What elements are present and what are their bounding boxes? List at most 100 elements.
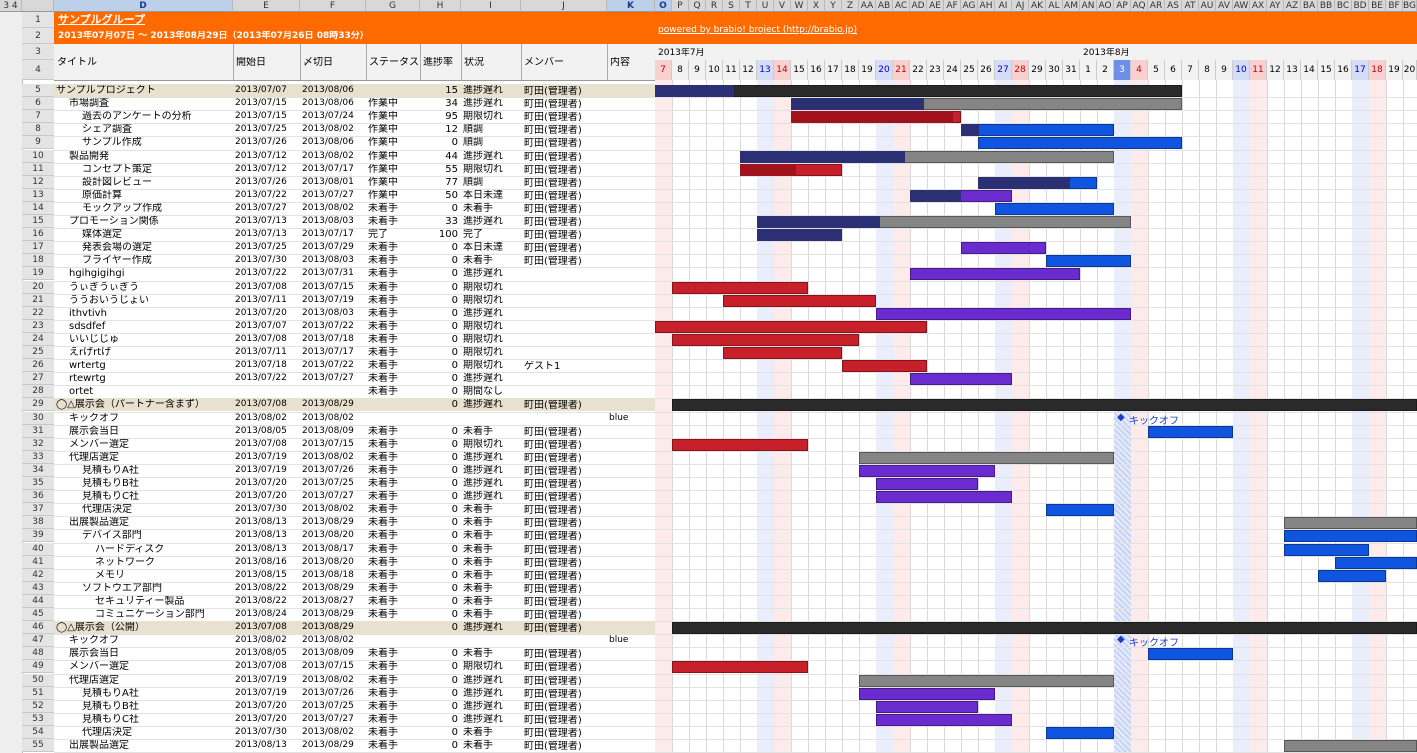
task-title[interactable]: 出展製品選定 (69, 740, 235, 751)
end-date[interactable]: 2013/08/02 (302, 124, 354, 135)
column-header-q[interactable]: Q (689, 0, 706, 12)
start-date[interactable]: 2013/07/30 (235, 727, 287, 738)
progress[interactable]: 95 (420, 111, 458, 122)
gantt-day-37[interactable]: 12 (1267, 60, 1284, 80)
task-title[interactable]: ううおいうじょい (69, 295, 235, 306)
start-date[interactable]: 2013/07/15 (235, 98, 287, 109)
start-date[interactable]: 2013/08/05 (235, 648, 287, 659)
task-title[interactable]: 見積もりB社 (82, 701, 235, 712)
gantt-bar[interactable] (842, 360, 927, 373)
column-header-az[interactable]: AZ (1284, 0, 1301, 12)
gantt-day-2[interactable]: 8 (672, 60, 689, 80)
start-date[interactable]: 2013/07/22 (235, 268, 287, 279)
gantt-day-6[interactable]: 12 (740, 60, 757, 80)
task-title[interactable]: ◯△展示会（パートナー含まず） (56, 399, 235, 410)
member[interactable]: 町田(管理者) (524, 217, 582, 228)
state[interactable]: 未着手 (463, 727, 493, 738)
gantt-bar[interactable] (672, 333, 859, 346)
column-header-t[interactable]: T (740, 0, 757, 12)
state[interactable]: 期限切れ (463, 439, 503, 450)
header-end[interactable]: 〆切日 (303, 57, 333, 68)
end-date[interactable]: 2013/08/02 (302, 727, 354, 738)
start-date[interactable]: 2013/08/02 (235, 635, 287, 646)
content[interactable]: blue (609, 635, 628, 646)
state[interactable]: 完了 (463, 229, 483, 240)
gantt-bar[interactable] (961, 242, 1046, 255)
end-date[interactable]: 2013/07/15 (302, 439, 354, 450)
column-header-ax[interactable]: AX (1250, 0, 1267, 12)
column-header-am[interactable]: AM (1063, 0, 1080, 12)
state[interactable]: 未着手 (463, 596, 493, 607)
gantt-day-9[interactable]: 15 (791, 60, 808, 80)
row-number[interactable]: 10 (22, 149, 54, 163)
column-header-at[interactable]: AT (1182, 0, 1199, 12)
column-header-as[interactable]: AS (1165, 0, 1182, 12)
column-header-ae[interactable]: AE (927, 0, 944, 12)
end-date[interactable]: 2013/07/19 (302, 295, 354, 306)
gantt-bar[interactable] (655, 85, 1182, 97)
status[interactable]: 未着手 (368, 583, 398, 594)
member[interactable]: 町田(管理者) (524, 518, 582, 529)
task-title[interactable]: 原価計算 (82, 190, 235, 201)
task-title[interactable]: ソフトウエア部門 (82, 583, 235, 594)
status[interactable]: 未着手 (368, 504, 398, 515)
column-header-v[interactable]: V (774, 0, 791, 12)
task-title[interactable]: 展示会当日 (69, 426, 235, 437)
start-date[interactable]: 2013/07/25 (235, 242, 287, 253)
column-header-ai[interactable]: AI (995, 0, 1012, 12)
task-title[interactable]: 代理店決定 (82, 727, 235, 738)
task-title[interactable]: 展示会当日 (69, 648, 235, 659)
progress[interactable]: 55 (420, 164, 458, 175)
row-number[interactable]: 42 (22, 568, 54, 582)
member[interactable]: 町田(管理者) (524, 571, 582, 582)
state[interactable]: 未着手 (463, 255, 493, 266)
gantt-day-24[interactable]: 30 (1046, 60, 1063, 80)
start-date[interactable]: 2013/07/08 (235, 282, 287, 293)
state[interactable]: 期限切れ (463, 295, 503, 306)
row-number[interactable]: 31 (22, 424, 54, 438)
gantt-bar[interactable] (655, 320, 927, 333)
row-number[interactable]: 25 (22, 346, 54, 360)
start-date[interactable]: 2013/07/20 (235, 308, 287, 319)
progress[interactable]: 100 (420, 229, 458, 240)
end-date[interactable]: 2013/08/06 (302, 98, 354, 109)
state[interactable]: 未着手 (463, 504, 493, 515)
member[interactable]: 町田(管理者) (524, 191, 582, 202)
gantt-day-30[interactable]: 5 (1148, 60, 1165, 80)
task-title[interactable]: サンプル作成 (82, 137, 235, 148)
column-header-aj[interactable]: AJ (1012, 0, 1029, 12)
end-date[interactable]: 2013/08/20 (302, 530, 354, 541)
row-number[interactable]: 41 (22, 555, 54, 569)
task-title[interactable]: 見積もりC社 (82, 491, 235, 502)
progress[interactable]: 0 (420, 609, 458, 620)
task-title[interactable]: プロモーション関係 (69, 216, 235, 227)
state[interactable]: 本日未達 (463, 190, 503, 201)
row-number[interactable]: 46 (22, 621, 54, 635)
progress[interactable]: 33 (420, 216, 458, 227)
header-title[interactable]: タイトル (57, 57, 97, 68)
row-number[interactable]: 24 (22, 332, 54, 346)
start-date[interactable]: 2013/07/13 (235, 229, 287, 240)
gantt-day-38[interactable]: 13 (1284, 60, 1301, 80)
member[interactable]: 町田(管理者) (524, 702, 582, 713)
task-title[interactable]: ネットワーク (95, 557, 235, 568)
start-date[interactable]: 2013/07/11 (235, 295, 287, 306)
gantt-bar[interactable] (876, 307, 1131, 320)
member[interactable]: 町田(管理者) (524, 152, 582, 163)
end-date[interactable]: 2013/08/02 (302, 151, 354, 162)
column-header-aa[interactable]: AA (859, 0, 876, 12)
start-date[interactable]: 2013/07/20 (235, 478, 287, 489)
member[interactable]: 町田(管理者) (524, 427, 582, 438)
row-number[interactable]: 55 (22, 739, 54, 753)
status[interactable]: 未着手 (368, 701, 398, 712)
gantt-bar[interactable] (876, 713, 1012, 726)
gantt-day-41[interactable]: 16 (1335, 60, 1352, 80)
gantt-bar[interactable] (1046, 726, 1114, 739)
status[interactable]: 未着手 (368, 557, 398, 568)
task-title[interactable]: 見積もりA社 (82, 465, 235, 476)
column-header-be[interactable]: BE (1369, 0, 1386, 12)
status[interactable]: 未着手 (368, 426, 398, 437)
member[interactable]: 町田(管理者) (524, 99, 582, 110)
start-date[interactable]: 2013/07/08 (235, 399, 287, 410)
row-number[interactable]: 14 (22, 201, 54, 215)
